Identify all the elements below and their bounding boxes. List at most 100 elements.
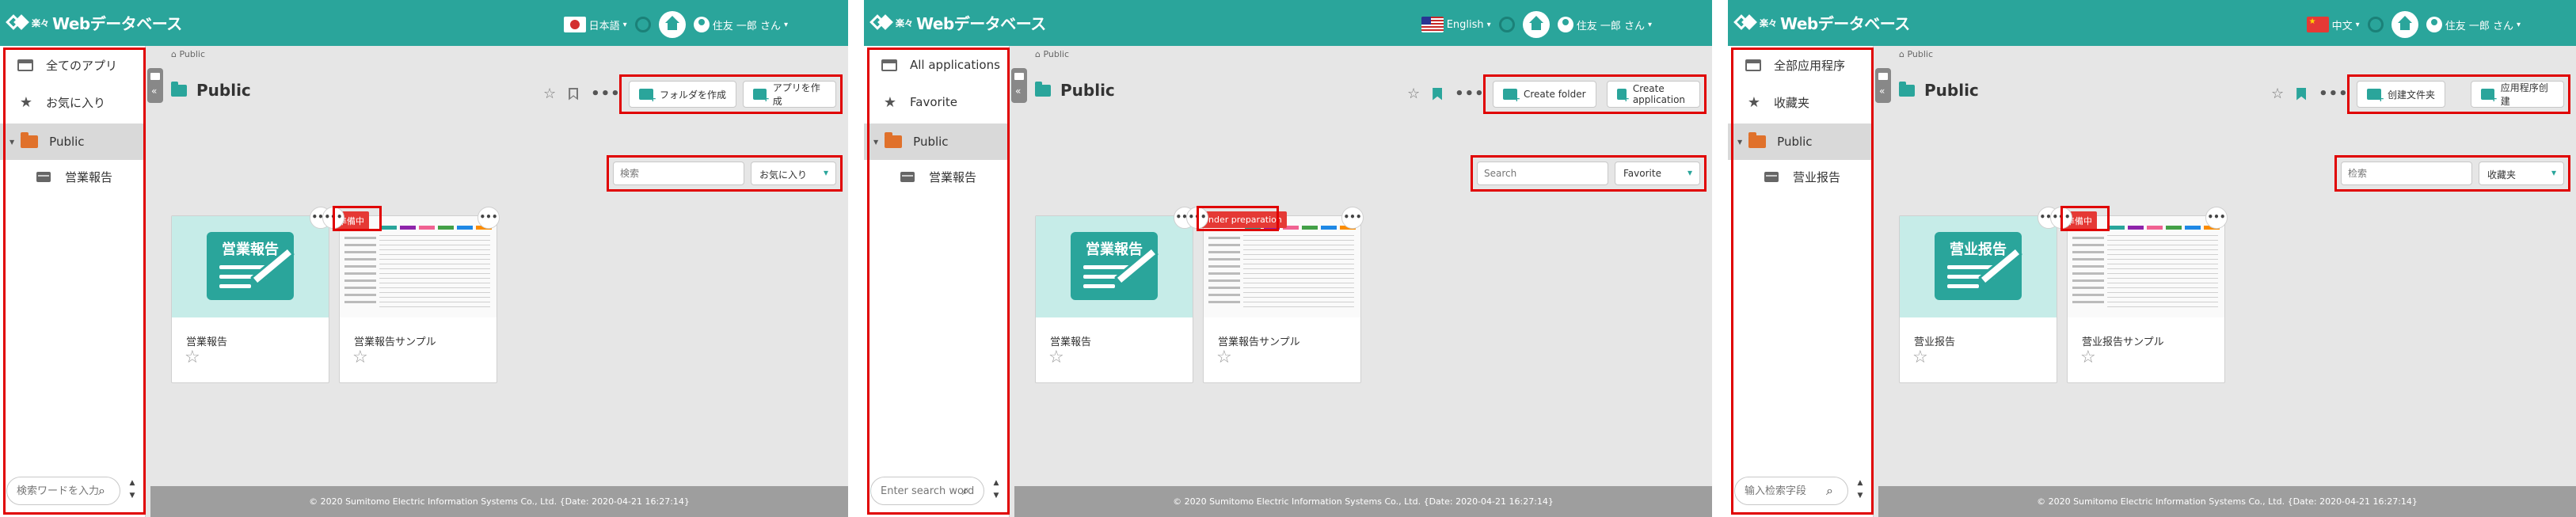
app-logo[interactable]: 楽々 Webデータベース [1733, 11, 1910, 34]
more-options-icon[interactable]: ••• [1455, 86, 1485, 102]
search-input[interactable] [1477, 162, 1608, 185]
app-card[interactable]: 準備中 营业报告サンプル ☆ ••• ••• [2050, 207, 2228, 383]
sidebar-scroll-stepper[interactable]: ▲ ▼ [124, 477, 141, 505]
bookmark-icon[interactable] [2296, 88, 2306, 101]
sidebar-collapse-toggle[interactable] [147, 68, 163, 103]
star-icon[interactable]: ☆ [1048, 348, 1064, 367]
app-add-icon [1617, 89, 1630, 104]
notification-ring-icon[interactable] [2367, 17, 2384, 32]
breadcrumb-item[interactable]: Public [1907, 49, 1933, 59]
star-icon[interactable]: ☆ [2080, 348, 2096, 367]
search-input[interactable] [613, 162, 744, 185]
notification-ring-icon[interactable] [1498, 17, 1515, 32]
card-menu-button[interactable]: ••• [1186, 207, 1208, 229]
card-menu-button[interactable]: ••• [478, 207, 500, 229]
app-card[interactable]: 営業報告 営業報告 ☆ ••• [1035, 207, 1196, 383]
card-menu-button[interactable]: ••• [2050, 207, 2072, 229]
breadcrumb-item[interactable]: Public [179, 49, 205, 59]
bookmark-icon[interactable] [569, 88, 578, 101]
star-icon[interactable]: ☆ [1216, 348, 1232, 367]
search-icon[interactable]: ⌕ [1826, 483, 1833, 499]
user-menu[interactable]: 住友 一郎 さん ▾ [1557, 17, 1652, 32]
create-folder-button[interactable]: フォルダを作成 [629, 81, 737, 108]
sidebar-item-favorite[interactable]: ★ Favorite [864, 84, 1010, 120]
sidebar-item-sub[interactable]: 营业报告 [1728, 160, 1874, 193]
sidebar-item-label: Public [49, 135, 85, 149]
app-card-label[interactable]: 营业报告サンプル [2082, 333, 2164, 348]
star-icon[interactable]: ☆ [1912, 348, 1928, 367]
user-menu[interactable]: 住友 一郎 さん ▾ [2426, 17, 2521, 32]
star-icon[interactable]: ☆ [352, 348, 368, 367]
sidebar: All applications ★ Favorite ▼ Public 営業報告 ⌕ ▲▼ [864, 46, 1010, 517]
sidebar-item-all-apps[interactable]: 全てのアプリ [0, 46, 146, 84]
sidebar-item-favorite[interactable]: ★ お気に入り [0, 84, 146, 120]
sidebar-item-public[interactable]: ▼ Public [0, 124, 146, 160]
card-menu-button[interactable]: ••• [1341, 207, 1364, 229]
more-options-icon[interactable]: ••• [2319, 86, 2349, 102]
breadcrumb-item[interactable]: Public [1043, 49, 1069, 59]
create-application-button[interactable]: Create application [1607, 81, 1700, 108]
app-card-label[interactable]: 営業報告サンプル [354, 333, 436, 348]
sidebar-item-all-apps[interactable]: 全部应用程序 [1728, 46, 1874, 84]
sidebar-item-all-apps[interactable]: All applications [864, 46, 1010, 84]
card-menu-button[interactable]: ••• [2205, 207, 2228, 229]
user-menu[interactable]: 住友 一郎 さん ▾ [693, 17, 788, 32]
breadcrumb[interactable]: ⌂ Public [1035, 49, 1069, 59]
star-icon[interactable]: ☆ [1407, 86, 1420, 102]
app-card[interactable]: 準備中 営業報告サンプル ☆ ••• ••• [322, 207, 500, 383]
create-application-button[interactable]: 应用程序创建 [2471, 81, 2564, 108]
user-icon [1557, 17, 1573, 32]
app-card-label[interactable]: 営業報告 [1050, 333, 1091, 348]
app-logo[interactable]: 楽々 Webデータベース [869, 11, 1046, 34]
search-input[interactable] [2341, 162, 2472, 185]
home-icon[interactable] [2391, 11, 2418, 38]
create-folder-button[interactable]: 创建文件夹 [2357, 81, 2446, 108]
app-card-label[interactable]: 营业报告 [1914, 333, 1955, 348]
create-folder-button[interactable]: Create folder [1493, 81, 1596, 108]
sidebar-item-favorite[interactable]: ★ 收藏夹 [1728, 84, 1874, 120]
language-selector[interactable]: 日本語 ▾ [563, 17, 627, 32]
expand-triangle-icon[interactable]: ▼ [1737, 139, 1742, 146]
star-icon[interactable]: ☆ [185, 348, 200, 367]
app-card-label[interactable]: 営業報告サンプル [1218, 333, 1300, 348]
filter-select[interactable]: Favorite [1615, 162, 1700, 185]
home-icon[interactable] [1522, 11, 1550, 38]
filter-select[interactable]: 收藏夹 [2479, 162, 2564, 185]
table-app-icon [900, 171, 915, 182]
sidebar-item-label: 全部应用程序 [1774, 58, 1846, 73]
sidebar-scroll-stepper[interactable]: ▲ ▼ [987, 477, 1005, 505]
language-selector[interactable]: 中文▾ [2306, 17, 2360, 32]
star-icon[interactable]: ☆ [2271, 86, 2284, 102]
language-selector[interactable]: English ▾ [1421, 17, 1491, 32]
app-logo[interactable]: 楽々 Webデータベース [6, 11, 182, 34]
sidebar-item-sub[interactable]: 営業報告 [0, 160, 146, 193]
app-card[interactable]: Under preparation 営業報告サンプル ☆ ••• ••• [1186, 207, 1364, 383]
star-icon[interactable]: ☆ [543, 86, 556, 102]
bookmark-icon[interactable] [1433, 88, 1442, 101]
sidebar-item-public[interactable]: ▼ Public [1728, 124, 1874, 160]
sidebar-item-sub[interactable]: 営業報告 [864, 160, 1010, 193]
home-icon[interactable] [658, 11, 686, 38]
sidebar-item-public[interactable]: ▼ Public [864, 124, 1010, 160]
expand-triangle-icon[interactable]: ▼ [10, 139, 14, 146]
search-icon[interactable]: ⌕ [98, 483, 105, 499]
more-options-icon[interactable]: ••• [591, 86, 621, 102]
search-icon[interactable]: ⌕ [962, 483, 969, 499]
sidebar-scroll-stepper[interactable]: ▲ ▼ [1851, 477, 1869, 505]
breadcrumb[interactable]: ⌂ Public [1899, 49, 1933, 59]
create-application-button[interactable]: アプリを作成 [743, 81, 836, 108]
sheet-row-label [2072, 272, 2104, 275]
sheet-gridline [379, 297, 490, 298]
card-menu-button[interactable]: ••• [322, 207, 344, 229]
filter-select[interactable]: お気に入り [751, 162, 836, 185]
breadcrumb[interactable]: ⌂ Public [171, 49, 205, 59]
expand-triangle-icon[interactable]: ▼ [873, 139, 878, 146]
sheet-row-label [2072, 265, 2104, 268]
app-card[interactable]: 営業報告 営業報告 ☆ ••• [171, 207, 332, 383]
sidebar-collapse-toggle[interactable] [1011, 68, 1027, 103]
chevron-down-icon: ▾ [783, 20, 788, 29]
app-card-label[interactable]: 営業報告 [186, 333, 227, 348]
app-card[interactable]: 营业报告 营业报告 ☆ ••• [1899, 207, 2060, 383]
notification-ring-icon[interactable] [634, 17, 651, 32]
sidebar-collapse-toggle[interactable] [1875, 68, 1891, 103]
